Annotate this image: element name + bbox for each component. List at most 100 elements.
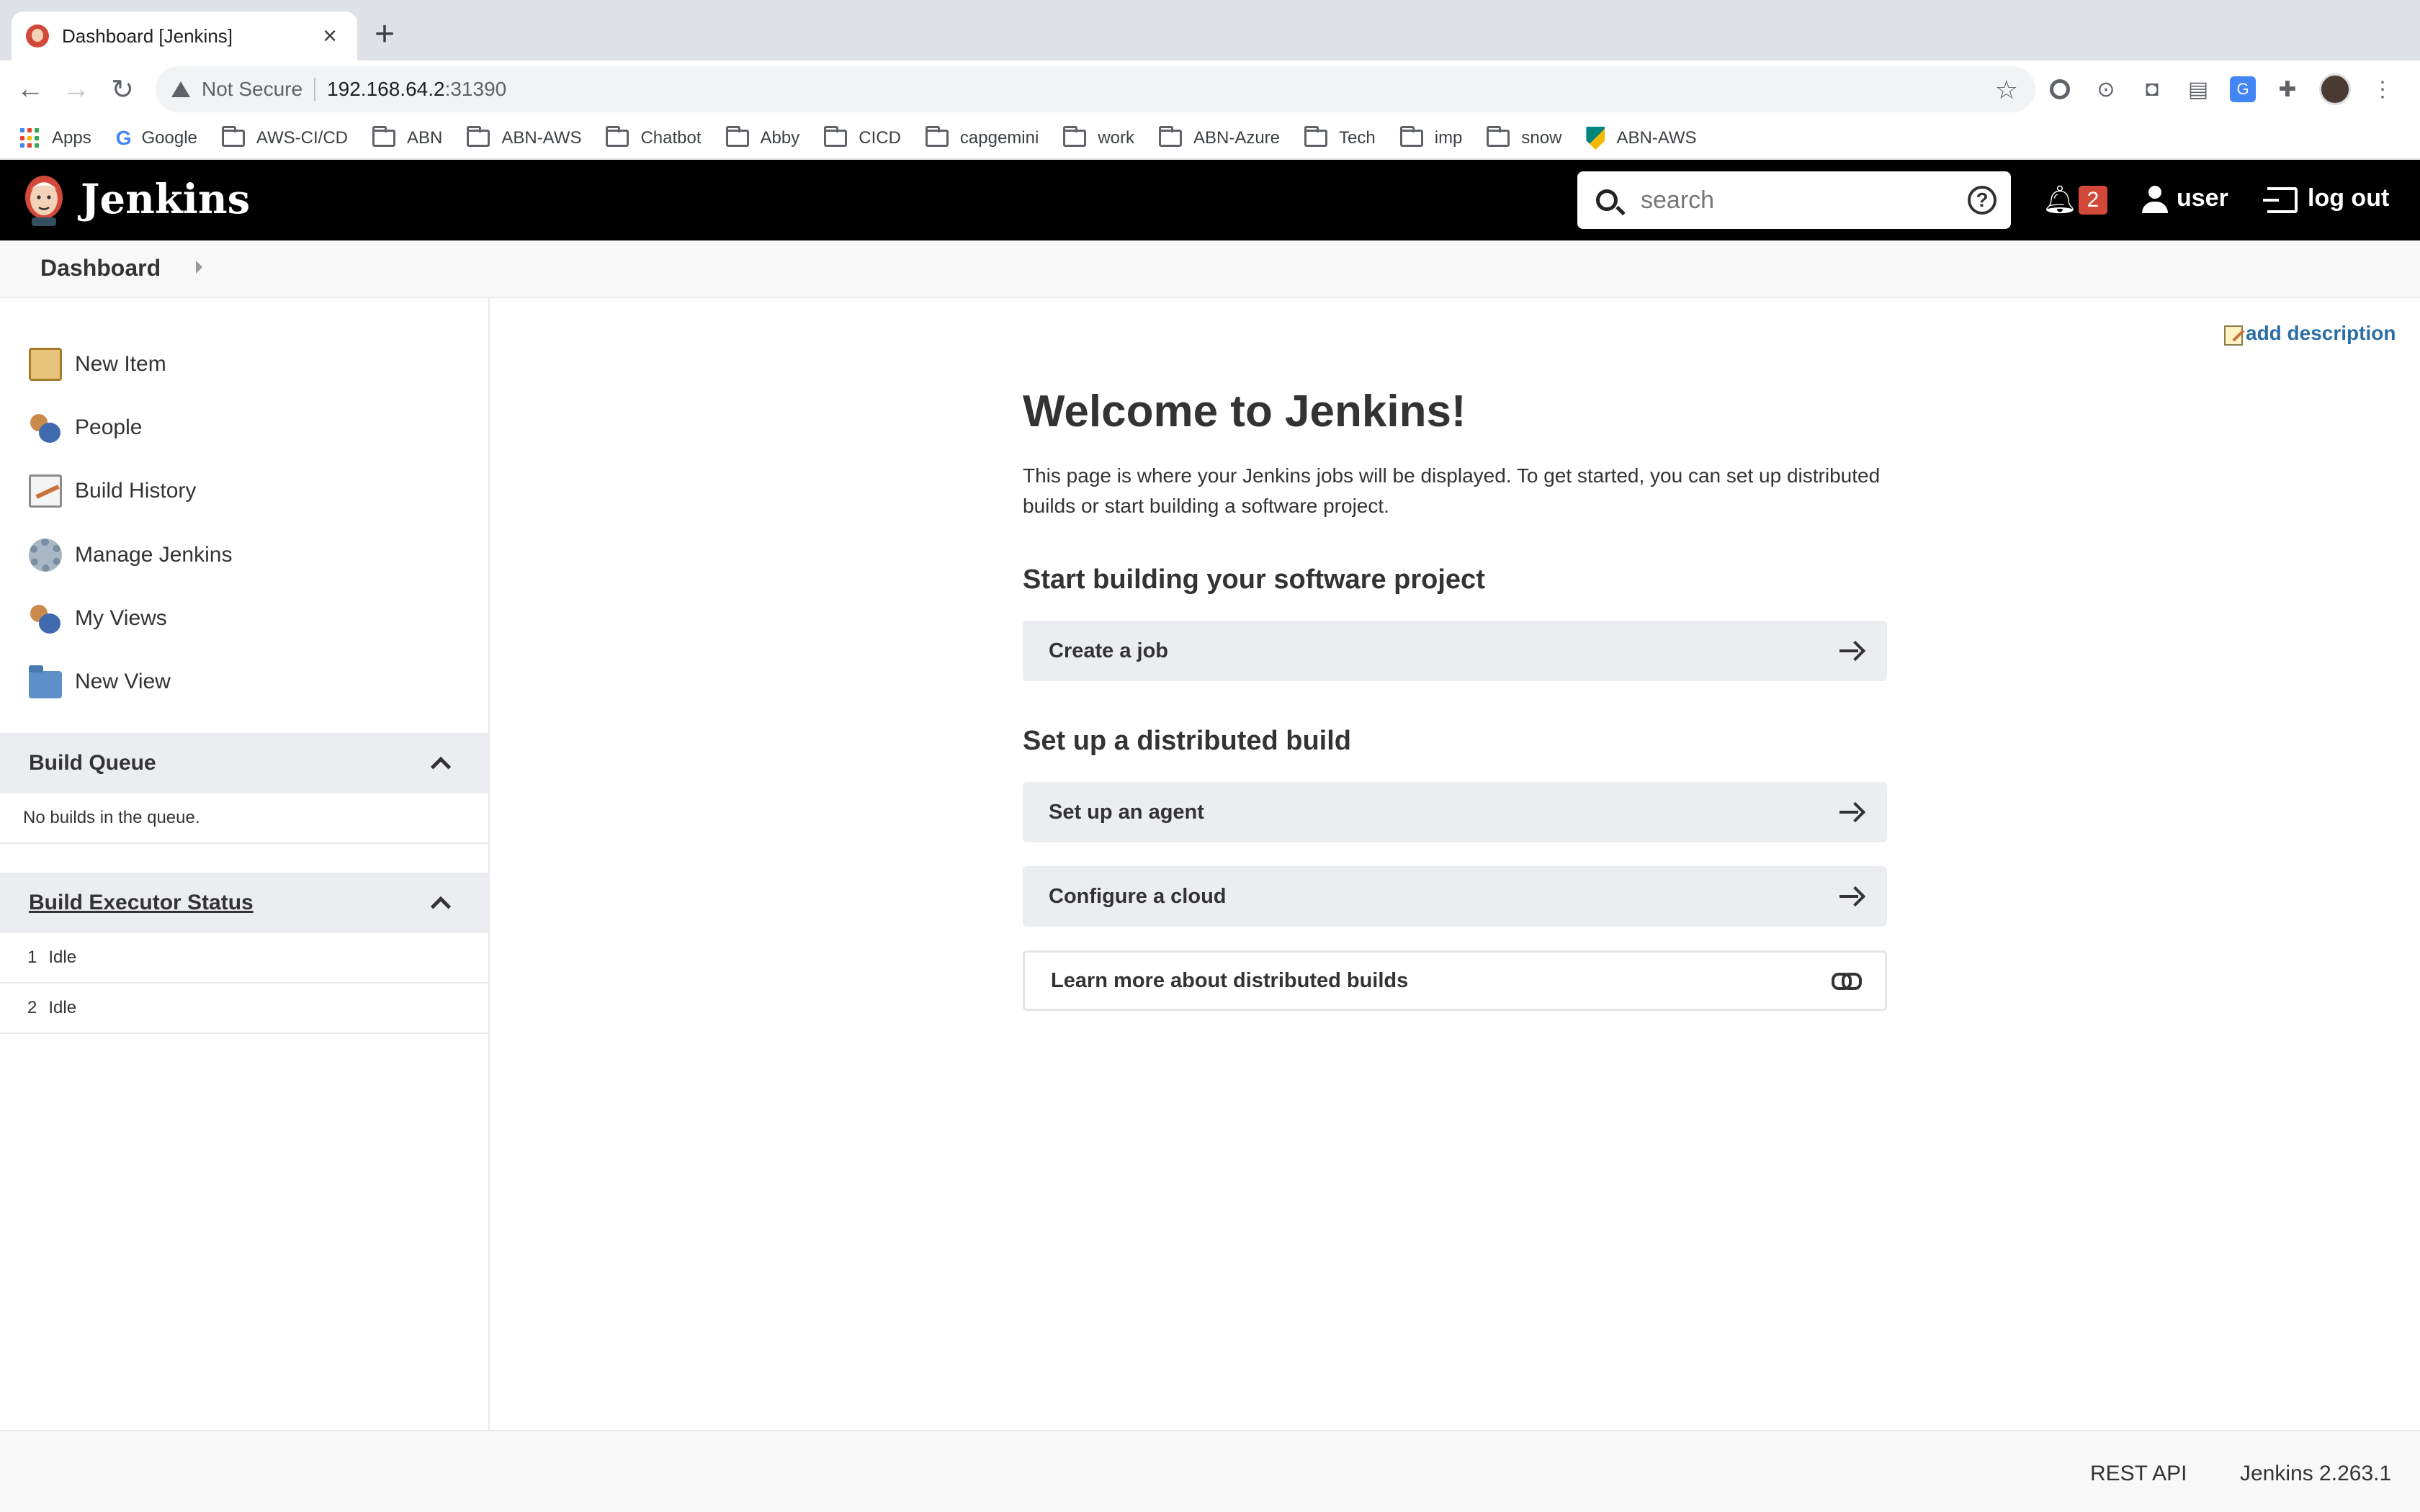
task-label: My Views — [75, 606, 167, 630]
bookmark-folder[interactable]: Chatbot — [606, 126, 702, 148]
side-panel: New Item People Build History Manage Jen… — [0, 298, 490, 1430]
profile-avatar[interactable] — [2319, 73, 2351, 105]
bookmark-label: ABN-AWS — [501, 128, 582, 148]
search-icon — [1596, 189, 1618, 211]
create-job-button[interactable]: Create a job — [1023, 621, 1887, 681]
translate-icon[interactable]: G — [2230, 76, 2256, 102]
bookmark-folder[interactable]: imp — [1399, 126, 1462, 148]
new-tab-icon[interactable]: + — [375, 14, 395, 55]
task-people[interactable]: People — [29, 406, 142, 449]
folder-icon — [606, 126, 629, 147]
warning-icon — [171, 81, 190, 97]
bookmark-folder[interactable]: CICD — [824, 126, 901, 148]
bookmark-folder[interactable]: ABN-AWS — [467, 126, 582, 148]
executor-number: 2 — [27, 998, 37, 1017]
chevron-up-icon[interactable] — [430, 896, 452, 917]
extension-circle-icon[interactable] — [2045, 75, 2074, 104]
bookmark-label: ABN-AWS — [1616, 128, 1697, 148]
bookmark-google[interactable]: G Google — [116, 127, 197, 150]
back-arrow-icon[interactable]: ← — [7, 66, 53, 112]
notification-badge[interactable]: 2 — [2079, 186, 2107, 215]
configure-cloud-button[interactable]: Configure a cloud — [1023, 866, 1887, 927]
jenkins-logo-icon[interactable] — [22, 173, 66, 228]
abn-logo-icon — [1586, 127, 1605, 150]
executor-status-header: Build Executor Status — [0, 873, 488, 933]
task-new-view[interactable]: New View — [29, 660, 171, 703]
bookmark-label: AWS-CI/CD — [256, 128, 348, 148]
gear-icon — [29, 539, 62, 572]
bookmark-label: Apps — [52, 128, 91, 148]
jenkins-brand[interactable]: Jenkins — [81, 176, 250, 223]
user-link[interactable]: user — [2177, 184, 2228, 212]
extension-code-icon[interactable]: ⊙ — [2092, 75, 2120, 104]
folder-icon — [1063, 126, 1087, 147]
task-new-item[interactable]: New Item — [29, 343, 166, 386]
bell-icon[interactable]: 🔔︎ — [2043, 184, 2077, 216]
bookmark-abn[interactable]: ABN-AWS — [1586, 127, 1697, 150]
security-label[interactable]: Not Secure — [202, 78, 302, 101]
task-label: New Item — [75, 352, 166, 376]
task-label: New View — [75, 670, 171, 693]
user-icon[interactable] — [2141, 186, 2169, 215]
extension-clapper-icon[interactable]: ▤ — [2184, 75, 2213, 104]
logout-icon[interactable] — [2263, 187, 2298, 213]
learn-more-link[interactable]: Learn more about distributed builds — [1023, 950, 1887, 1011]
jenkins-version-link[interactable]: Jenkins 2.263.1 — [2240, 1462, 2391, 1486]
menu-kebab-icon[interactable]: ⋮ — [2368, 75, 2397, 104]
task-manage-jenkins[interactable]: Manage Jenkins — [29, 534, 232, 577]
bookmark-folder[interactable]: ABN-Azure — [1158, 126, 1281, 148]
chevron-up-icon[interactable] — [430, 756, 452, 778]
task-my-views[interactable]: My Views — [29, 597, 167, 640]
search-input[interactable] — [1641, 186, 1958, 215]
bookmark-folder[interactable]: snow — [1487, 126, 1561, 148]
camera-icon[interactable]: ◘ — [2138, 75, 2166, 104]
bookmark-folder[interactable]: Tech — [1304, 126, 1376, 148]
welcome-title: Welcome to Jenkins! — [1023, 387, 1466, 436]
browser-toolbar: ← → ↻ Not Secure 192.168.64.2 :31390 ☆ ⊙… — [0, 60, 2420, 118]
bookmark-label: CICD — [859, 128, 901, 148]
folder-icon — [1487, 126, 1510, 147]
bookmark-label: Chatbot — [640, 128, 702, 148]
people-icon — [29, 411, 62, 444]
build-queue-title: Build Queue — [29, 751, 156, 775]
bookmark-folder[interactable]: AWS-CI/CD — [221, 126, 348, 148]
folder-icon — [925, 126, 949, 147]
browser-tab[interactable]: Dashboard [Jenkins] × — [12, 12, 357, 60]
executor-number: 1 — [27, 948, 37, 967]
bookmark-star-icon[interactable]: ☆ — [1995, 75, 2018, 105]
extensions-puzzle-icon[interactable]: ✚ — [2273, 75, 2302, 104]
bookmark-label: work — [1098, 128, 1134, 148]
add-description-link[interactable]: add description — [2224, 321, 2396, 346]
breadcrumb-chevron-icon[interactable] — [196, 261, 202, 274]
breadcrumb: Dashboard — [0, 240, 2420, 298]
bookmark-folder[interactable]: capgemini — [925, 126, 1039, 148]
bookmark-folder[interactable]: ABN — [372, 126, 442, 148]
breadcrumb-dashboard[interactable]: Dashboard — [40, 255, 161, 282]
task-label: People — [75, 415, 143, 439]
build-queue-empty-text: No builds in the queue. — [23, 808, 200, 827]
setup-agent-button[interactable]: Set up an agent — [1023, 782, 1887, 842]
arrow-right-icon — [1839, 887, 1861, 906]
bookmark-label: capgemini — [959, 128, 1039, 148]
task-build-history[interactable]: Build History — [29, 469, 196, 513]
rest-api-link[interactable]: REST API — [2090, 1462, 2187, 1486]
bookmark-folder[interactable]: work — [1063, 126, 1134, 148]
bookmark-apps[interactable]: Apps — [20, 128, 91, 148]
close-icon[interactable]: × — [317, 22, 343, 50]
intro-text: This page is where your Jenkins jobs wil… — [1023, 464, 1881, 517]
omnibox-divider — [314, 78, 316, 101]
build-queue-empty: No builds in the queue. — [0, 793, 488, 844]
address-bar[interactable]: Not Secure 192.168.64.2 :31390 ☆ — [156, 66, 2035, 112]
help-icon[interactable]: ? — [1968, 186, 1996, 215]
folder-icon — [1304, 126, 1328, 147]
forward-arrow-icon[interactable]: → — [53, 66, 99, 112]
arrow-right-icon — [1839, 642, 1861, 660]
bookmark-folder[interactable]: Abby — [725, 126, 799, 148]
reload-icon[interactable]: ↻ — [99, 66, 145, 112]
executor-row: 2 Idle — [0, 984, 488, 1034]
executor-status-title[interactable]: Build Executor Status — [29, 891, 434, 915]
folder-icon — [824, 126, 848, 147]
logout-link[interactable]: log out — [2308, 184, 2389, 212]
edit-note-icon — [2224, 325, 2243, 346]
bookmark-label: ABN-Azure — [1193, 128, 1281, 148]
